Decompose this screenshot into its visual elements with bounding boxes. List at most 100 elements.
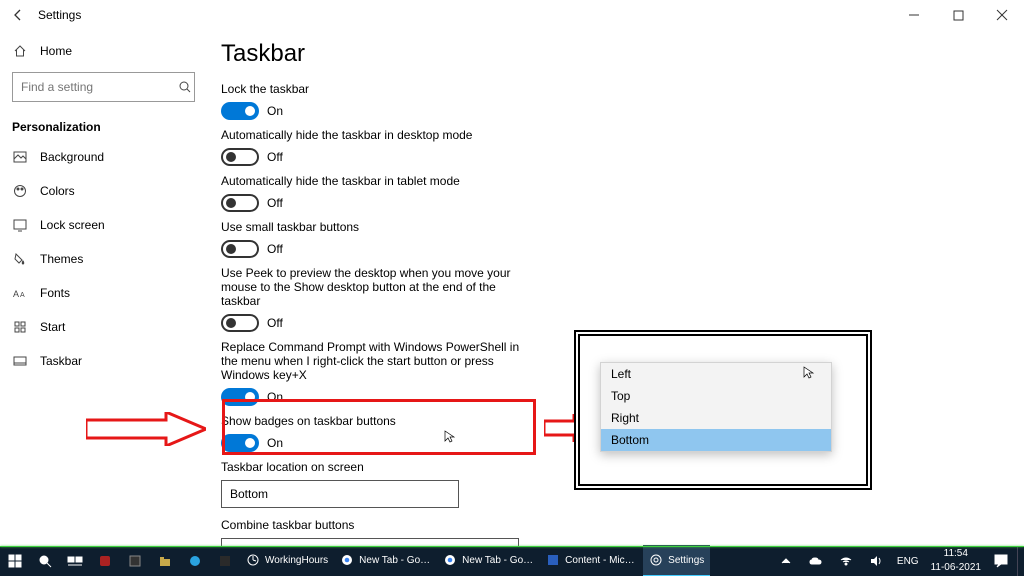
pinned-app[interactable] [90, 546, 120, 576]
chrome-icon [340, 553, 354, 567]
tray-volume-icon[interactable] [861, 546, 891, 576]
word-icon [546, 553, 560, 567]
nav-home-label: Home [40, 44, 72, 58]
sidebar-item-taskbar[interactable]: Taskbar [0, 344, 207, 378]
popup-option-label: Left [611, 367, 631, 381]
pinned-app[interactable] [150, 546, 180, 576]
app-icon [246, 553, 260, 567]
pinned-app[interactable] [210, 546, 240, 576]
taskbar-tab-settings[interactable]: Settings [643, 545, 710, 576]
svg-text:A: A [13, 289, 19, 298]
popup-option-top[interactable]: Top [601, 385, 831, 407]
toggle-badges[interactable] [221, 434, 259, 452]
toggle-powershell[interactable] [221, 388, 259, 406]
sidebar-item-colors[interactable]: Colors [0, 174, 207, 208]
setting-label: Automatically hide the taskbar in tablet… [221, 174, 1010, 188]
sidebar-section: Personalization [0, 110, 207, 140]
sidebar-item-label: Taskbar [40, 354, 82, 368]
setting-label: Use Peek to preview the desktop when you… [221, 266, 521, 308]
toggle-state: Off [267, 150, 283, 164]
search-button[interactable] [30, 546, 60, 576]
pinned-app[interactable] [120, 546, 150, 576]
action-center-button[interactable] [987, 546, 1017, 576]
taskbar-tab-chrome-2[interactable]: New Tab - Google ... [437, 545, 540, 576]
setting-label: Lock the taskbar [221, 82, 1010, 96]
toggle-small-buttons[interactable] [221, 240, 259, 258]
taskbar-tab-label: WorkingHours [265, 555, 328, 566]
toggle-state: On [267, 436, 283, 450]
search-field[interactable] [19, 79, 178, 95]
svg-text:A: A [20, 292, 25, 298]
popup-option-label: Bottom [611, 433, 649, 447]
sidebar-item-background[interactable]: Background [0, 140, 207, 174]
title-bar: Settings [0, 0, 1024, 30]
sidebar-item-label: Themes [40, 252, 83, 266]
popup-option-bottom[interactable]: Bottom [601, 429, 831, 451]
palette-icon [12, 183, 28, 199]
taskbar-tab-label: Content - Microsof... [565, 555, 637, 566]
taskbar-icon [12, 353, 28, 369]
sidebar-item-label: Start [40, 320, 65, 334]
setting-label: Use small taskbar buttons [221, 220, 1010, 234]
taskbar-tab-workinghours[interactable]: WorkingHours [240, 545, 334, 576]
tray-date: 11-06-2021 [931, 563, 981, 573]
fonts-icon: AA [12, 285, 28, 301]
back-button[interactable] [8, 5, 28, 25]
maximize-button[interactable] [936, 0, 980, 30]
minimize-button[interactable] [892, 0, 936, 30]
start-menu-button[interactable] [0, 546, 30, 576]
annotation-inset: Left Top Right Bottom [574, 330, 872, 490]
start-icon [12, 319, 28, 335]
search-input[interactable] [12, 72, 195, 102]
sidebar-item-fonts[interactable]: AA Fonts [0, 276, 207, 310]
nav-home[interactable]: Home [0, 34, 207, 68]
lock-screen-icon [12, 217, 28, 233]
toggle-lock-taskbar[interactable] [221, 102, 259, 120]
os-taskbar: WorkingHours New Tab - Google ... New Ta… [0, 546, 1024, 576]
tray-wifi-icon[interactable] [831, 546, 861, 576]
popup-option-right[interactable]: Right [601, 407, 831, 429]
taskbar-location-combo[interactable]: Bottom [221, 480, 459, 508]
toggle-state: On [267, 104, 283, 118]
taskbar-tab-label: New Tab - Google ... [359, 555, 431, 566]
pinned-app[interactable] [180, 546, 210, 576]
tray-onedrive-icon[interactable] [801, 546, 831, 576]
sidebar-item-label: Colors [40, 184, 75, 198]
toggle-autohide-desktop[interactable] [221, 148, 259, 166]
popup-option-label: Right [611, 411, 639, 425]
cursor-icon [803, 366, 815, 383]
image-icon [12, 149, 28, 165]
task-view-button[interactable] [60, 546, 90, 576]
sidebar-item-label: Background [40, 150, 104, 164]
taskbar-tab-chrome-1[interactable]: New Tab - Google ... [334, 545, 437, 576]
annotation-arrow-left [86, 412, 206, 446]
combo-value: Bottom [230, 487, 268, 501]
setting-label: Replace Command Prompt with Windows Powe… [221, 340, 531, 382]
combine-label: Combine taskbar buttons [221, 518, 1010, 532]
toggle-state: On [267, 390, 283, 404]
page-title: Taskbar [221, 40, 1010, 68]
popup-option-label: Top [611, 389, 630, 403]
tray-clock[interactable]: 11:54 11-06-2021 [925, 546, 987, 576]
taskbar-tab-word[interactable]: Content - Microsof... [540, 545, 643, 576]
sidebar-item-start[interactable]: Start [0, 310, 207, 344]
location-popup: Left Top Right Bottom [600, 362, 832, 452]
window-title: Settings [38, 8, 81, 22]
toggle-peek[interactable] [221, 314, 259, 332]
chrome-icon [443, 553, 457, 567]
tray-language[interactable]: ENG [891, 546, 925, 576]
sidebar-item-lock-screen[interactable]: Lock screen [0, 208, 207, 242]
toggle-state: Off [267, 196, 283, 210]
popup-option-left[interactable]: Left [601, 363, 831, 385]
show-desktop-button[interactable] [1017, 546, 1024, 576]
taskbar-tab-label: Settings [668, 555, 704, 566]
search-icon [178, 79, 192, 95]
setting-label: Automatically hide the taskbar in deskto… [221, 128, 1010, 142]
sidebar-item-themes[interactable]: Themes [0, 242, 207, 276]
chevron-down-icon [440, 489, 450, 499]
toggle-autohide-tablet[interactable] [221, 194, 259, 212]
close-button[interactable] [980, 0, 1024, 30]
toggle-state: Off [267, 242, 283, 256]
tray-chevron-icon[interactable] [771, 546, 801, 576]
sidebar: Home Personalization Background Colors L… [0, 30, 207, 546]
